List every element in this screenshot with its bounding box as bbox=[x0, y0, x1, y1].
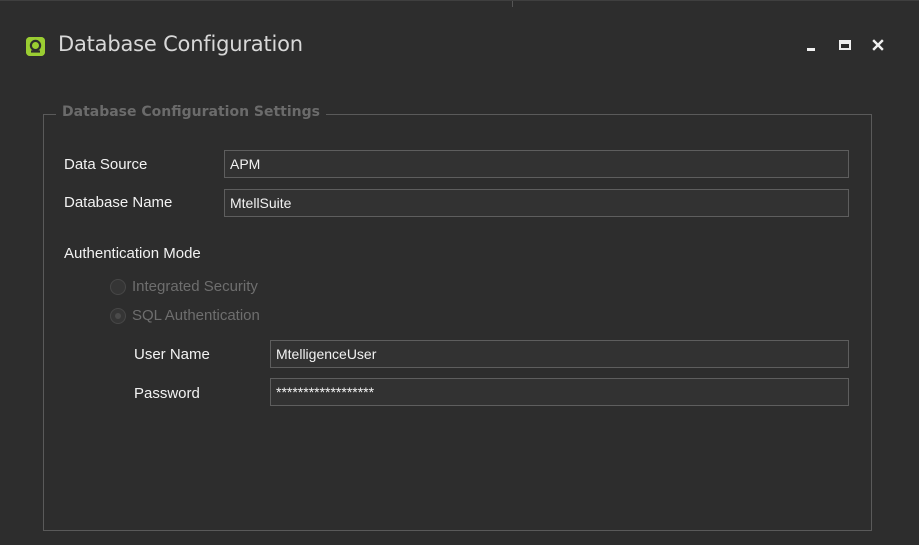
database-name-label: Database Name bbox=[64, 194, 173, 211]
password-input[interactable] bbox=[270, 378, 849, 406]
database-name-input[interactable] bbox=[224, 189, 849, 217]
integrated-security-option[interactable]: Integrated Security bbox=[110, 278, 258, 295]
user-name-label: User Name bbox=[134, 346, 210, 363]
group-legend: Database Configuration Settings bbox=[56, 104, 326, 120]
window-title: Database Configuration bbox=[58, 32, 303, 56]
minimize-button[interactable] bbox=[803, 37, 821, 55]
integrated-security-label: Integrated Security bbox=[132, 278, 258, 295]
sql-authentication-label: SQL Authentication bbox=[132, 307, 260, 324]
database-configuration-window: Database Configuration Database Configur… bbox=[0, 0, 919, 545]
sql-authentication-radio[interactable] bbox=[110, 307, 126, 324]
title-bar[interactable]: Database Configuration bbox=[0, 1, 919, 91]
integrated-security-radio[interactable] bbox=[110, 278, 126, 295]
sql-authentication-option[interactable]: SQL Authentication bbox=[110, 307, 260, 324]
minimize-icon bbox=[807, 48, 815, 51]
password-label: Password bbox=[134, 385, 200, 402]
data-source-input[interactable] bbox=[224, 150, 849, 178]
app-logo-icon bbox=[26, 37, 45, 56]
data-source-label: Data Source bbox=[64, 156, 148, 173]
close-icon bbox=[872, 39, 884, 51]
maximize-icon bbox=[839, 40, 851, 50]
maximize-button[interactable] bbox=[836, 37, 854, 55]
close-button[interactable] bbox=[869, 37, 887, 55]
user-name-input[interactable] bbox=[270, 340, 849, 368]
authentication-mode-label: Authentication Mode bbox=[64, 245, 201, 262]
